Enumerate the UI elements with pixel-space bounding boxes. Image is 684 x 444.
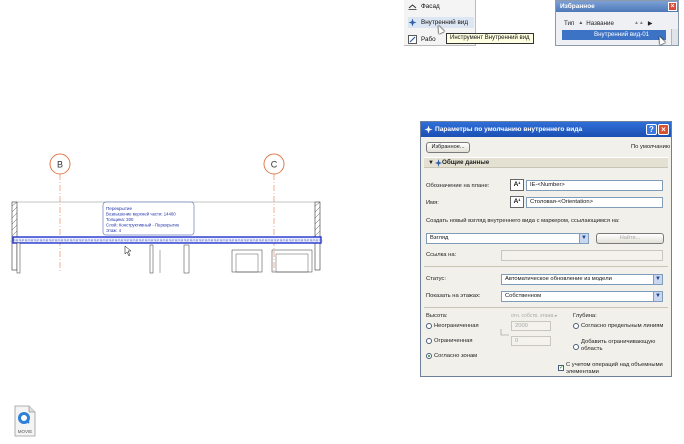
column-name[interactable]: Название [586, 20, 614, 27]
height-unlimited-label: Неограниченная [434, 323, 479, 329]
dialog-body: Избранное... По умолчанию ▼ Общие данные… [421, 137, 671, 376]
info-label-line: Этаж: 4 [106, 228, 122, 233]
below-room-inner [275, 253, 309, 273]
plan-id-label: Обозначение на плане: [426, 183, 490, 189]
favorites-button[interactable]: Избранное... [426, 142, 470, 153]
find-button[interactable]: Найти... [596, 233, 664, 244]
info-label-line: Слой: Конструктивный - Перекрытие [106, 223, 180, 228]
default-label: По умолчанию [631, 144, 671, 150]
wall-left [11, 201, 18, 271]
worksheet-icon [408, 35, 417, 44]
ref-to-field[interactable] [501, 250, 663, 261]
close-icon[interactable]: × [658, 124, 669, 135]
below-wall-1 [16, 242, 21, 274]
height-reference[interactable]: отн. собств. этажа ▸ [511, 313, 557, 319]
mouse-cursor-icon [124, 245, 132, 257]
autotext-icon[interactable]: A¹ [510, 196, 524, 208]
depth-by-lines-radio[interactable] [573, 323, 579, 329]
depth-by-lines-label: Согласно предельным линиям [581, 323, 664, 329]
favorites-item[interactable]: Внутренний вид-01 [562, 30, 666, 40]
height-by-zones-radio[interactable] [426, 353, 432, 359]
general-section-header[interactable]: ▼ Общие данные [424, 157, 668, 168]
autotext-icon[interactable]: A¹ [510, 179, 524, 191]
below-wall-2 [149, 244, 154, 274]
divider [424, 307, 668, 308]
below-opening-inner [235, 253, 259, 273]
height-limited-radio[interactable] [426, 338, 432, 344]
show-on-stories-label: Показать на этажах: [426, 293, 481, 299]
section-title: Общие данные [442, 159, 490, 166]
movie-file-icon[interactable]: MOVIE [14, 405, 36, 437]
sort-up-icon: ▲ [578, 20, 584, 26]
help-icon[interactable]: ? [646, 124, 657, 135]
menu-item-worksheet[interactable]: Рабо [408, 34, 436, 45]
ref-to-label: Ссылка на: [426, 252, 457, 258]
name-field[interactable]: Столовая-<Orientation> [526, 197, 663, 208]
consider-ops-checkbox[interactable]: ✓ [558, 365, 564, 371]
link-icon [500, 329, 509, 336]
info-label-title: Перекрытие [106, 206, 133, 211]
info-label-line: Возвышение верхней части: 14400 [106, 212, 176, 217]
chevron-down-icon[interactable]: ▼ [653, 275, 662, 284]
interior-view-icon [435, 159, 442, 167]
below-wall-3 [183, 244, 190, 274]
consider-ops-label: С учетом операций над объемными элемента… [566, 362, 663, 375]
below-room [271, 249, 313, 273]
axis-label-b: B [57, 160, 63, 170]
height-label: Высота: [426, 313, 448, 319]
status-select[interactable]: Автоматическое обновление из модели ▼ [501, 274, 663, 285]
favorites-item-label: Внутренний вид-01 [594, 31, 650, 38]
status-label: Статус: [426, 276, 446, 282]
wall-right [314, 201, 321, 271]
info-label-line: Толщина: 300 [106, 217, 134, 222]
status-value: Автоматическое обновление из модели [505, 276, 612, 282]
depth-label: Глубина: [573, 313, 597, 319]
menu-item-label: Фасад [421, 3, 440, 10]
chevron-down-icon[interactable]: ▼ [579, 234, 588, 243]
tool-tooltip: Инструмент Внутренний вид [446, 33, 534, 44]
favorites-palette: Избранное × Тип ▲ Название ▲▲ ▶ Внутренн… [555, 0, 679, 46]
divider [424, 266, 668, 267]
column-type[interactable]: Тип [564, 20, 574, 27]
depth-add-area-label: Добавить ограничивающую область [581, 339, 656, 352]
movie-icon-label: MOVIE [18, 429, 33, 434]
axis-label-c: C [271, 160, 278, 170]
reference-type-value: Взгляд [430, 235, 449, 241]
interior-view-icon [408, 18, 417, 27]
height-limited-label: Ограниченная [434, 338, 473, 344]
favorites-scrollbar[interactable] [671, 29, 678, 45]
offset-value-field[interactable]: 0 [511, 336, 551, 346]
menu-item-elevation[interactable]: Фасад [408, 1, 440, 12]
menu-item-label: Рабо [421, 36, 436, 43]
column-menu-icon[interactable]: ▲▲ [634, 20, 644, 26]
create-marker-label: Создать новый взгляд внутреннего вида с … [426, 218, 620, 224]
height-value-field[interactable]: 2000 [511, 321, 551, 331]
section-drawing[interactable]: B C Перекрытие Возвышение верхней части:… [10, 150, 325, 275]
elevation-icon [408, 2, 417, 11]
below-opening [231, 249, 263, 273]
dialog-title-bar: Параметры по умолчанию внутреннего вида … [421, 122, 671, 137]
interior-view-settings-dialog: Параметры по умолчанию внутреннего вида … [420, 121, 672, 377]
height-unlimited-radio[interactable] [426, 323, 432, 329]
favorites-header: Тип ▲ Название ▲▲ ▶ [556, 18, 678, 28]
show-on-stories-select[interactable]: Собственном ▼ [501, 291, 663, 302]
favorites-title-bar: Избранное × [556, 1, 678, 12]
name-label: Имя: [426, 200, 439, 206]
depth-add-area-radio[interactable] [573, 344, 579, 350]
chevron-right-icon[interactable]: ▶ [648, 20, 653, 27]
plan-id-field[interactable]: IE-<Number> [526, 180, 663, 191]
tool-menu-snippet: Фасад Внутренний вид Рабо Инструмент Вну… [404, 0, 544, 46]
dialog-title: Параметры по умолчанию внутреннего вида [435, 126, 583, 133]
chevron-down-icon[interactable]: ▼ [428, 158, 434, 168]
show-on-stories-value: Собственном [505, 293, 542, 299]
reference-type-select[interactable]: Взгляд ▼ [426, 233, 589, 244]
menu-item-label: Внутренний вид [421, 19, 468, 26]
chevron-down-icon[interactable]: ▼ [653, 292, 662, 301]
close-icon[interactable]: × [668, 2, 677, 11]
height-by-zones-label: Согласно зонам [434, 353, 478, 359]
interior-view-icon [424, 125, 433, 134]
favorites-title: Избранное [560, 3, 595, 10]
